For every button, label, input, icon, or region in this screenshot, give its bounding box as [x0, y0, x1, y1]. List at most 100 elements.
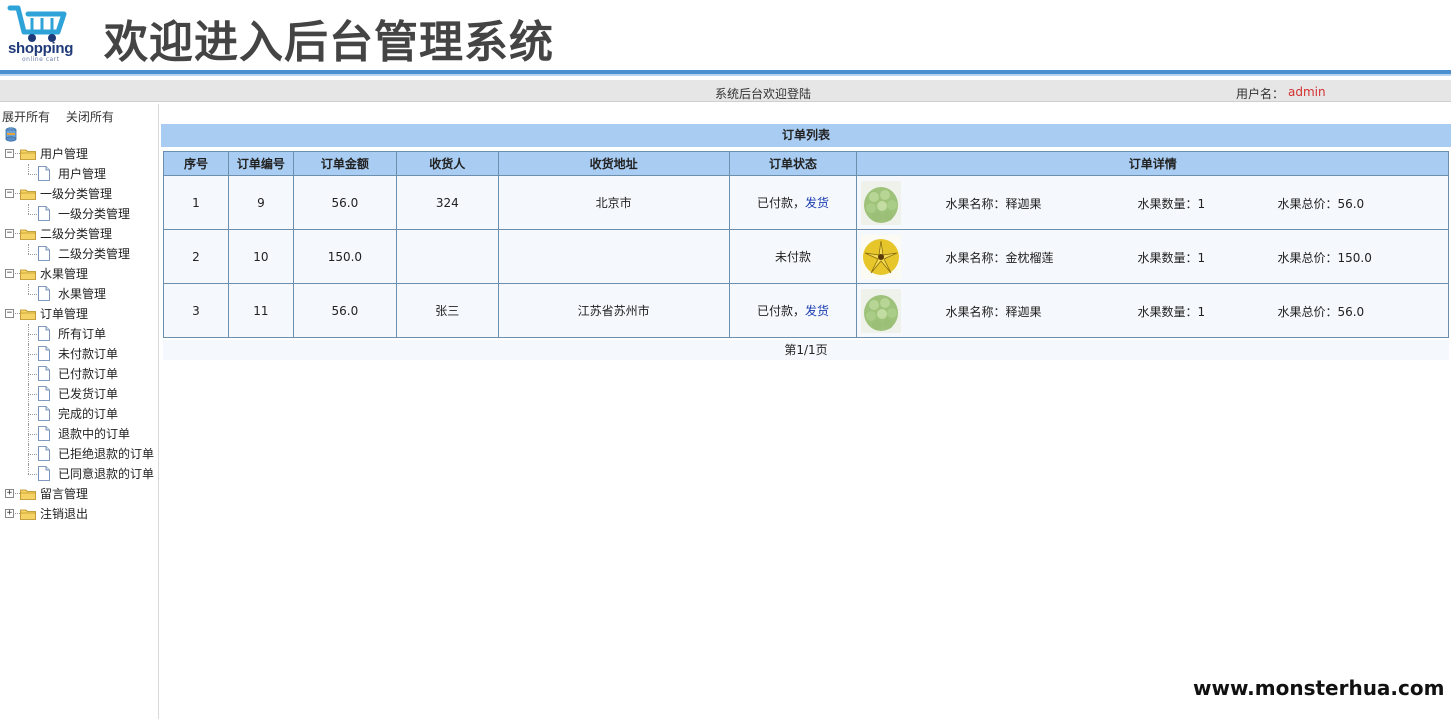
tree-group[interactable]: + 留言管理 — [0, 484, 159, 504]
fruit-name: 水果名称：释迦果 — [945, 196, 1042, 211]
tree-item[interactable]: 所有订单 — [0, 324, 159, 344]
fruit-qty: 水果数量：1 — [1137, 250, 1206, 265]
tree-item[interactable]: 已付款订单 — [0, 364, 159, 384]
tree-item[interactable]: 一级分类管理 — [0, 204, 159, 224]
ship-link[interactable]: 发货 — [805, 196, 829, 210]
sugar-apple-image — [861, 288, 902, 333]
status-text: 已付款， — [757, 196, 806, 210]
column-header: 订单详情 — [856, 151, 1449, 176]
fruit-name: 水果名称：释迦果 — [945, 304, 1042, 319]
column-header: 收货人 — [395, 151, 499, 176]
page-icon — [38, 346, 50, 361]
collapse-icon[interactable]: − — [5, 149, 14, 158]
cell-order-no: 11 — [227, 283, 294, 338]
order-table: 序号 订单编号 订单金额 收货人 收货地址 订单状态 订单详情 1 9 56.0 324 北京市 已付… — [163, 151, 1449, 338]
collapse-icon[interactable]: − — [5, 269, 14, 278]
tree-group[interactable]: − 二级分类管理 — [0, 224, 159, 244]
fruit-total: 水果总价：56.0 — [1277, 196, 1365, 211]
tree-group-label: 用户管理 — [40, 147, 89, 161]
tree-item-label: 水果管理 — [58, 287, 107, 301]
tree-group[interactable]: − 水果管理 — [0, 264, 159, 284]
page-icon — [38, 366, 50, 381]
tree-item[interactable]: 已发货订单 — [0, 384, 159, 404]
folder-icon — [20, 509, 36, 520]
collapse-icon[interactable]: − — [5, 309, 14, 318]
column-header: 订单编号 — [227, 151, 294, 176]
table-header-row: 序号 订单编号 订单金额 收货人 收货地址 订单状态 订单详情 — [163, 151, 1449, 176]
cell-detail: 水果名称：释迦果 水果数量：1 水果总价：56.0 — [856, 283, 1449, 338]
tree-item[interactable]: 二级分类管理 — [0, 244, 159, 264]
cell-order-no: 10 — [227, 229, 294, 284]
tree-group-label: 二级分类管理 — [40, 227, 113, 241]
cell-order-no: 9 — [227, 175, 294, 230]
page-icon — [38, 386, 50, 401]
tree-item-label: 二级分类管理 — [58, 247, 131, 261]
page-icon — [38, 406, 50, 421]
cell-index: 1 — [163, 175, 229, 230]
tree-group[interactable]: − 用户管理 — [0, 144, 159, 164]
logo-subtext: online cart — [22, 56, 60, 63]
fruit-qty: 水果数量：1 — [1137, 196, 1206, 211]
page-icon — [38, 206, 50, 221]
tree-group[interactable]: − 订单管理 — [0, 304, 159, 324]
tree-item-label: 用户管理 — [58, 167, 107, 181]
tree-item-label: 退款中的订单 — [58, 427, 131, 441]
logo-text: shopping — [8, 40, 74, 57]
tree-group-label: 一级分类管理 — [40, 187, 113, 201]
tree-controls: 展开所有 关闭所有 — [2, 108, 126, 125]
pager: 第1/1页 — [163, 340, 1449, 360]
watermark: www.monsterhua.com — [1193, 676, 1445, 700]
cell-index: 3 — [163, 283, 229, 338]
collapse-icon[interactable]: − — [5, 229, 14, 238]
table-row: 1 9 56.0 324 北京市 已付款，发货 水果名称：释迦果 水果数量：1 水果总价：56.… — [163, 175, 1449, 230]
welcome-text: 系统后台欢迎登陆 — [715, 87, 812, 101]
table-row: 2 10 150.0 未付款 水果名称：金枕榴莲 水果数量：1 水果总价：150.0 — [163, 229, 1449, 284]
cell-address — [497, 229, 730, 284]
sugar-apple-image — [861, 180, 902, 225]
cell-receiver — [395, 229, 499, 284]
header-divider-light — [0, 74, 1451, 76]
cell-address: 北京市 — [497, 175, 730, 230]
tree-item-label: 完成的订单 — [58, 407, 119, 421]
tree-group[interactable]: + 注销退出 — [0, 504, 159, 524]
tree-group-label: 注销退出 — [40, 507, 89, 521]
cell-amount: 150.0 — [292, 229, 397, 284]
folder-icon — [20, 229, 36, 240]
fruit-name: 水果名称：金枕榴莲 — [945, 250, 1054, 265]
expand-icon[interactable]: + — [5, 489, 14, 498]
tree-item[interactable]: 退款中的订单 — [0, 424, 159, 444]
durian-image — [861, 234, 902, 279]
tree-item[interactable]: 水果管理 — [0, 284, 159, 304]
cell-status: 已付款，发货 — [728, 175, 858, 230]
status-text: 已付款， — [757, 304, 806, 318]
cell-receiver: 张三 — [395, 283, 499, 338]
cell-receiver: 324 — [395, 175, 499, 230]
folder-icon — [20, 189, 36, 200]
table-row: 3 11 56.0 张三 江苏省苏州市 已付款，发货 水果名称：释迦果 水果数量：1 水果总价：… — [163, 283, 1449, 338]
tree-item[interactable]: 已同意退款的订单 — [0, 464, 159, 484]
expand-all-link[interactable]: 展开所有 — [2, 110, 50, 124]
tree-item[interactable]: 用户管理 — [0, 164, 159, 184]
tree-item-label: 所有订单 — [58, 327, 107, 341]
cell-amount: 56.0 — [292, 283, 397, 338]
order-list-title: 订单列表 — [161, 124, 1451, 147]
user-label: 用户名： — [1236, 87, 1285, 101]
expand-icon[interactable]: + — [5, 509, 14, 518]
collapse-all-link[interactable]: 关闭所有 — [66, 110, 114, 124]
ship-link[interactable]: 发货 — [805, 304, 829, 318]
header: shopping online cart 欢迎进入后台管理系统 — [0, 0, 1451, 70]
tree-item-label: 一级分类管理 — [58, 207, 131, 221]
cell-address: 江苏省苏州市 — [497, 283, 730, 338]
tree-item[interactable]: 未付款订单 — [0, 344, 159, 364]
tree-item[interactable]: 完成的订单 — [0, 404, 159, 424]
page-icon — [38, 466, 50, 481]
tree-group-label: 订单管理 — [40, 307, 89, 321]
fruit-qty: 水果数量：1 — [1137, 304, 1206, 319]
tree-group[interactable]: − 一级分类管理 — [0, 184, 159, 204]
page-icon — [38, 326, 50, 341]
tree-item-label: 未付款订单 — [58, 347, 119, 361]
tree-item[interactable]: 已拒绝退款的订单 — [0, 444, 159, 464]
cell-status: 已付款，发货 — [728, 283, 858, 338]
fruit-total: 水果总价：150.0 — [1277, 250, 1372, 265]
collapse-icon[interactable]: − — [5, 189, 14, 198]
